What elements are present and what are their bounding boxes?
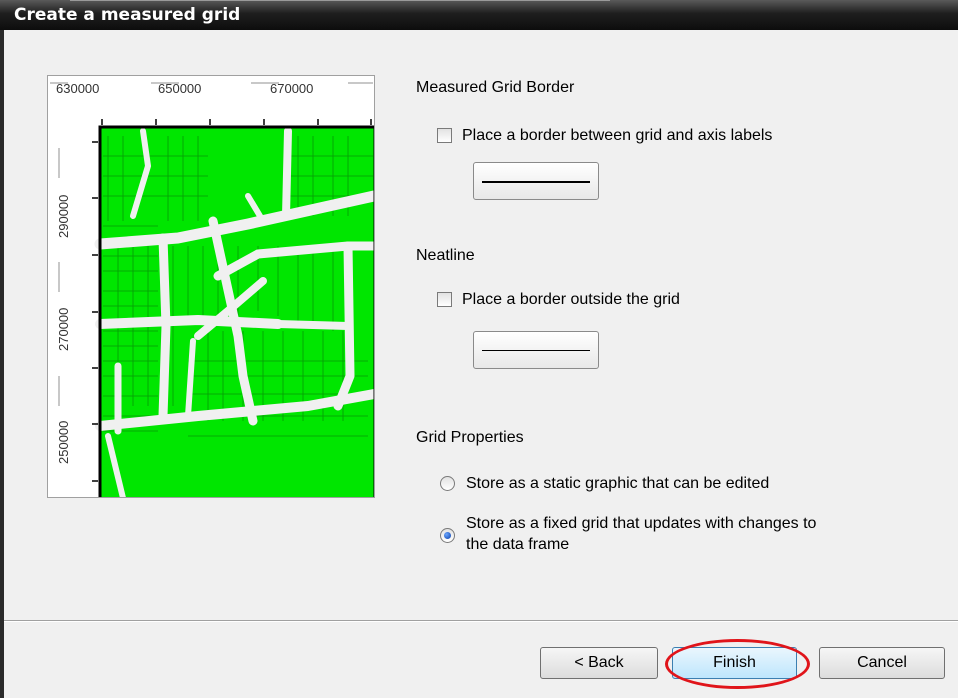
window-left-edge bbox=[0, 30, 4, 698]
line-style-preview bbox=[482, 181, 590, 183]
back-button[interactable]: < Back bbox=[540, 647, 658, 679]
border-outside-grid-label[interactable]: Place a border outside the grid bbox=[462, 291, 680, 309]
line-style-preview bbox=[482, 350, 590, 351]
border-outside-grid-checkbox[interactable] bbox=[437, 292, 452, 307]
x-tick-label: 670000 bbox=[270, 81, 313, 96]
grid-preview: 630000 650000 670000 290000 270000 25000… bbox=[47, 75, 375, 498]
neatline-line-style-button[interactable] bbox=[473, 331, 599, 369]
fixed-grid-label-line2[interactable]: the data frame bbox=[466, 536, 569, 554]
title-bar-edge bbox=[70, 0, 610, 1]
border-between-grid-checkbox[interactable] bbox=[437, 128, 452, 143]
y-tick-label: 290000 bbox=[56, 195, 71, 238]
static-graphic-radio[interactable] bbox=[440, 476, 455, 491]
x-tick-label: 650000 bbox=[158, 81, 201, 96]
cancel-button[interactable]: Cancel bbox=[819, 647, 945, 679]
x-tick-label: 630000 bbox=[56, 81, 99, 96]
finish-highlight-annotation bbox=[665, 639, 810, 689]
y-tick-label: 250000 bbox=[56, 421, 71, 464]
grid-border-line-style-button[interactable] bbox=[473, 162, 599, 200]
fixed-grid-radio[interactable] bbox=[440, 528, 455, 543]
footer-separator bbox=[4, 620, 958, 622]
neatline-heading: Neatline bbox=[416, 247, 475, 264]
fixed-grid-label[interactable]: Store as a fixed grid that updates with … bbox=[466, 515, 816, 533]
measured-grid-border-heading: Measured Grid Border bbox=[416, 79, 575, 96]
static-graphic-label[interactable]: Store as a static graphic that can be ed… bbox=[466, 475, 769, 493]
dialog-title: Create a measured grid bbox=[14, 5, 241, 25]
border-between-grid-label[interactable]: Place a border between grid and axis lab… bbox=[462, 127, 772, 145]
title-bar: Create a measured grid bbox=[0, 0, 958, 30]
grid-properties-heading: Grid Properties bbox=[416, 429, 524, 446]
y-tick-label: 270000 bbox=[56, 308, 71, 351]
